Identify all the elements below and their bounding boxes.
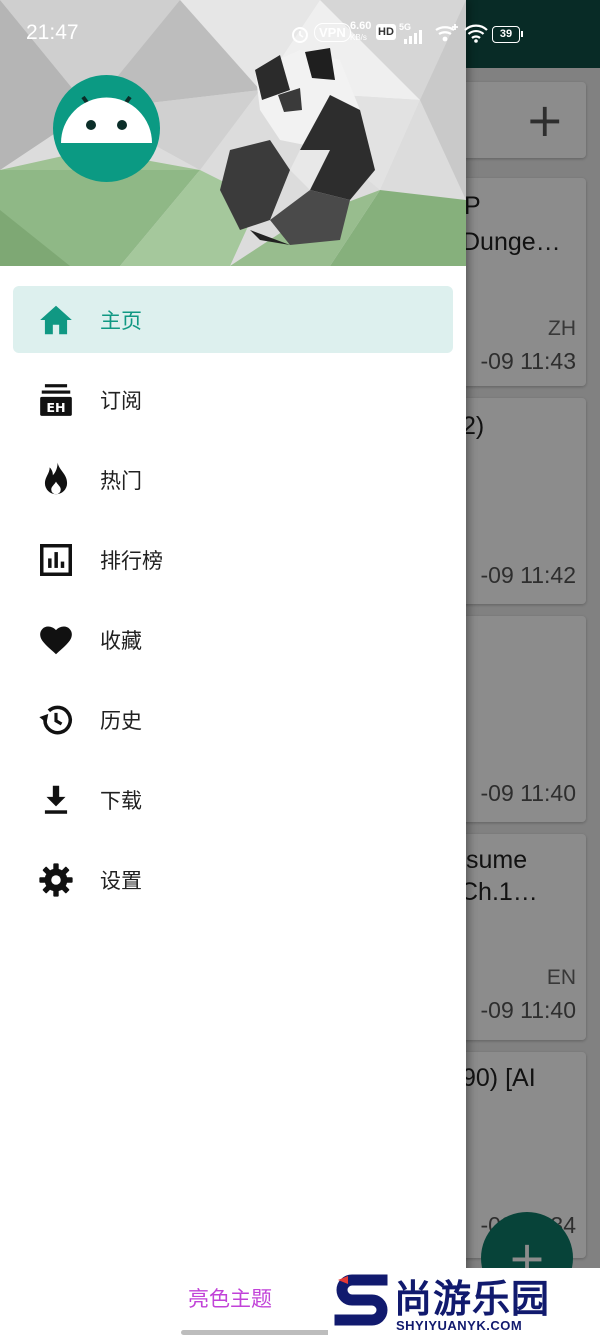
nav-label: 排行榜 xyxy=(100,549,163,573)
gear-icon xyxy=(39,863,73,897)
nav-label: 历史 xyxy=(100,709,142,733)
subscription-icon: EH xyxy=(40,384,72,416)
nav-item-history[interactable]: 历史 xyxy=(13,686,453,753)
watermark-text: 尚游乐园 xyxy=(394,1277,551,1321)
bar-chart-icon xyxy=(40,544,72,576)
download-icon xyxy=(44,785,68,814)
nav-item-ranking[interactable]: 排行榜 xyxy=(13,526,453,593)
watermark-logo xyxy=(334,1274,388,1326)
nav-item-subscription[interactable]: EH 订阅 xyxy=(13,366,453,433)
nav-label: 热门 xyxy=(100,469,142,493)
navigation-drawer: 主页 EH 订阅 热门 排行榜 收藏 历史 下载 设置 亮色主题 xyxy=(0,0,466,1337)
vpn-badge: VPN xyxy=(314,23,351,42)
wifi-calling-icon xyxy=(435,24,458,42)
home-icon xyxy=(40,305,72,335)
heart-icon xyxy=(40,626,72,655)
fire-icon xyxy=(44,462,68,495)
theme-toggle[interactable]: 亮色主题 xyxy=(188,1283,272,1313)
watermark-url: SHYIYUANYK.COM xyxy=(396,1318,523,1333)
status-time: 21:47 xyxy=(26,21,79,44)
nav-label: 订阅 xyxy=(100,389,142,413)
wifi-icon xyxy=(464,24,488,43)
battery-level: 39 xyxy=(499,28,513,40)
battery-icon: 39 xyxy=(492,26,520,43)
nav-item-settings[interactable]: 设置 xyxy=(13,846,453,913)
svg-text:EH: EH xyxy=(46,400,65,415)
nav-item-popular[interactable]: 热门 xyxy=(13,446,453,513)
status-bar: 21:47 VPN 6.60 KB/s HD 5G 39 xyxy=(0,0,600,66)
alarm-icon xyxy=(292,27,308,43)
hd-badge: HD xyxy=(376,24,396,40)
nav-item-favorites[interactable]: 收藏 xyxy=(13,606,453,673)
network-speed: 6.60 xyxy=(350,20,372,32)
history-icon xyxy=(39,705,72,735)
android-avatar[interactable] xyxy=(53,75,160,182)
nav-label: 主页 xyxy=(100,309,142,333)
nav-label: 收藏 xyxy=(100,629,142,653)
nav-label: 设置 xyxy=(100,869,142,893)
nav-item-home[interactable]: 主页 xyxy=(13,286,453,353)
cell-signal-icon xyxy=(404,30,422,44)
network-speed-unit: KB/s xyxy=(350,33,367,42)
android-icon xyxy=(61,95,152,143)
watermark: 尚游乐园 SHYIYUANYK.COM xyxy=(328,1268,600,1337)
nav-label: 下载 xyxy=(100,789,142,813)
battery-tip xyxy=(521,31,523,37)
nav-item-download[interactable]: 下载 xyxy=(13,766,453,833)
